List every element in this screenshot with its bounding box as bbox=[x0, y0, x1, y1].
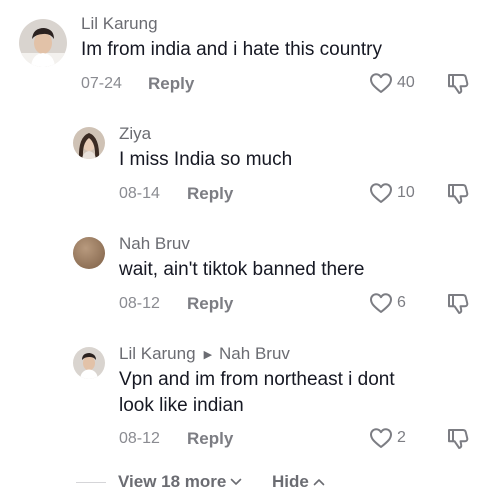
thumbs-down-icon bbox=[448, 184, 469, 204]
comment-username[interactable]: Lil Karung ▶ Nah Bruv bbox=[119, 344, 290, 364]
avatar-photo-icon bbox=[73, 347, 105, 379]
username-text[interactable]: Nah Bruv bbox=[119, 234, 190, 254]
thumbs-down-icon bbox=[448, 294, 469, 314]
dislike-button[interactable] bbox=[446, 182, 470, 211]
comment-date: 08-12 bbox=[119, 295, 160, 312]
dislike-button[interactable] bbox=[446, 427, 470, 456]
reply-to-username[interactable]: Nah Bruv bbox=[219, 344, 290, 364]
like-button[interactable]: 2 bbox=[369, 427, 406, 449]
dislike-button[interactable] bbox=[446, 292, 470, 321]
like-count: 40 bbox=[397, 74, 415, 91]
heart-icon bbox=[370, 293, 392, 313]
comment-text: I miss India so much bbox=[119, 147, 292, 173]
heart-icon bbox=[370, 73, 392, 93]
thumbs-down-icon bbox=[448, 74, 469, 94]
comment-username[interactable]: Ziya bbox=[119, 124, 151, 144]
like-count: 10 bbox=[397, 184, 415, 201]
comment-text-line: Im from india and i hate this country bbox=[81, 39, 382, 60]
view-more-label[interactable]: View 18 more bbox=[118, 472, 226, 492]
comment-date: 08-14 bbox=[119, 185, 160, 202]
comment-text: Vpn and im from northeast i dont look li… bbox=[119, 367, 395, 419]
chevron-up-icon bbox=[313, 479, 325, 486]
hide-label[interactable]: Hide bbox=[272, 472, 309, 492]
comment-text-line: look like indian bbox=[119, 395, 244, 416]
avatar[interactable] bbox=[73, 127, 105, 159]
avatar-default-icon bbox=[73, 237, 105, 269]
avatar[interactable] bbox=[73, 347, 105, 379]
heart-icon bbox=[370, 428, 392, 448]
reply-button[interactable]: Reply bbox=[187, 184, 233, 204]
reply-button[interactable]: Reply bbox=[148, 74, 194, 94]
like-count: 6 bbox=[397, 294, 406, 311]
reply-button[interactable]: Reply bbox=[187, 294, 233, 314]
reply-arrow-icon: ▶ bbox=[203, 348, 213, 361]
username-text[interactable]: Ziya bbox=[119, 124, 151, 144]
comment-text: wait, ain't tiktok banned there bbox=[119, 257, 365, 283]
like-count: 2 bbox=[397, 429, 406, 446]
like-button[interactable]: 6 bbox=[369, 292, 406, 314]
chevron-down-icon bbox=[231, 478, 242, 485]
comment-username[interactable]: Lil Karung bbox=[81, 14, 158, 34]
comment-username[interactable]: Nah Bruv bbox=[119, 234, 190, 254]
replies-footer: View 18 more Hide bbox=[0, 470, 488, 496]
comment-date: 07-24 bbox=[81, 75, 122, 92]
comment-text-line: I miss India so much bbox=[119, 149, 293, 170]
comment-text-line: Vpn and im from northeast i dont bbox=[119, 369, 395, 390]
avatar[interactable] bbox=[73, 237, 105, 269]
username-text[interactable]: Lil Karung bbox=[81, 14, 158, 34]
username-text[interactable]: Lil Karung bbox=[119, 344, 196, 364]
view-more-replies-button[interactable]: View 18 more bbox=[118, 472, 242, 492]
comment-text: Im from india and i hate this country bbox=[81, 37, 382, 63]
hide-replies-button[interactable]: Hide bbox=[272, 472, 325, 492]
comment-date: 08-12 bbox=[119, 430, 160, 447]
avatar-photo-icon bbox=[19, 19, 67, 67]
divider-line bbox=[76, 482, 106, 483]
like-button[interactable]: 10 bbox=[369, 182, 415, 204]
thumbs-down-icon bbox=[448, 429, 469, 449]
like-button[interactable]: 40 bbox=[369, 72, 415, 94]
avatar[interactable] bbox=[19, 19, 67, 67]
avatar-photo-icon bbox=[73, 127, 105, 159]
reply-button[interactable]: Reply bbox=[187, 429, 233, 449]
heart-icon bbox=[370, 183, 392, 203]
comment-text-line: wait, ain't tiktok banned there bbox=[119, 259, 365, 280]
dislike-button[interactable] bbox=[446, 72, 470, 101]
